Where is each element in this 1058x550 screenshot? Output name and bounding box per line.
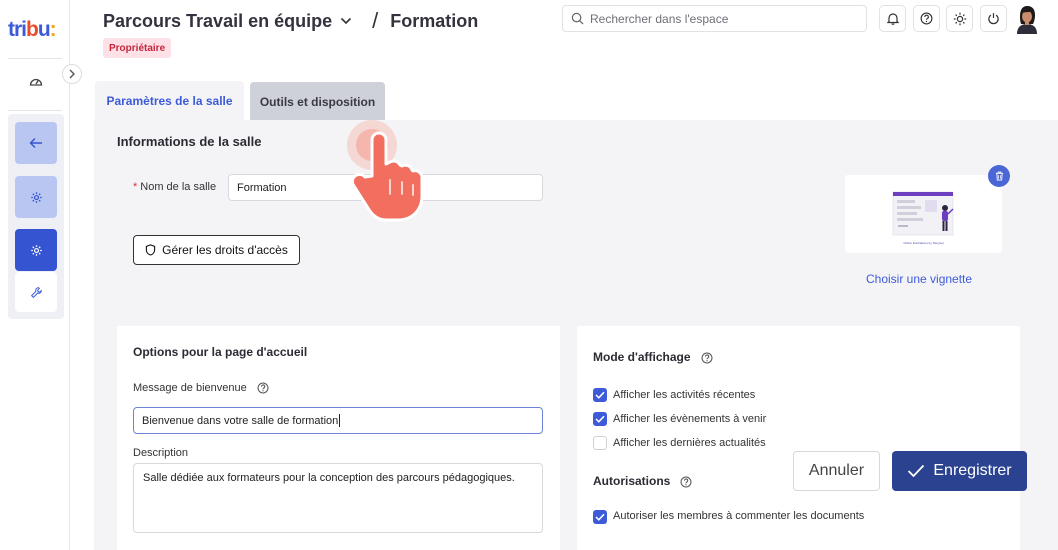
- checkbox-allow-comments[interactable]: [593, 510, 607, 524]
- room-info-title: Informations de la salle: [117, 134, 262, 149]
- sidebar: tribu:: [0, 0, 70, 550]
- option-recent-activities-label: Afficher les activités récentes: [613, 389, 756, 401]
- tab-tools-layout[interactable]: Outils et disposition: [250, 82, 385, 121]
- checkbox-upcoming-events[interactable]: [593, 412, 607, 426]
- power-icon: [988, 13, 999, 25]
- description-textarea[interactable]: Salle dédiée aux formateurs pour la conc…: [133, 463, 543, 533]
- search-placeholder: Rechercher dans l'espace: [590, 11, 729, 26]
- chevron-right-icon: [69, 69, 75, 79]
- check-icon: [595, 513, 605, 521]
- back-button[interactable]: [15, 122, 57, 164]
- parcours-selector[interactable]: Parcours Travail en équipe: [103, 11, 332, 32]
- search-input[interactable]: Rechercher dans l'espace: [562, 5, 867, 32]
- checkbox-latest-news[interactable]: [593, 436, 607, 450]
- description-label: Description: [133, 447, 189, 459]
- sidebar-item-room-settings[interactable]: [15, 229, 57, 271]
- sun-icon: [953, 12, 966, 25]
- manage-access-label: Gérer les droits d'accès: [162, 243, 288, 257]
- text-cursor: [339, 414, 341, 427]
- page-title: Parcours Travail en équipe / Formation: [103, 8, 478, 34]
- trash-icon: [995, 171, 1003, 181]
- search-icon: [571, 12, 584, 25]
- home-options-title: Options pour la page d'accueil: [133, 345, 308, 359]
- chevron-down-icon[interactable]: [340, 17, 352, 25]
- check-icon: [908, 464, 925, 478]
- theme-toggle-button[interactable]: [946, 5, 973, 32]
- room-thumbnail[interactable]: Online illustrations by Storyset: [845, 175, 1002, 253]
- room-name-label: * Nom de la salle: [133, 181, 217, 193]
- role-badge: Propriétaire: [103, 38, 172, 58]
- arrow-left-icon: [29, 138, 42, 148]
- welcome-message-label: Message de bienvenue: [133, 382, 269, 394]
- check-icon: [595, 391, 605, 399]
- manage-access-button[interactable]: Gérer les droits d'accès: [133, 235, 300, 265]
- logout-button[interactable]: [980, 5, 1007, 32]
- thumbnail-caption: Online illustrations by Storyset: [903, 241, 944, 245]
- permissions-title: Autorisations: [593, 474, 692, 488]
- bell-icon: [886, 13, 899, 25]
- sidebar-toggle-button[interactable]: [62, 64, 82, 84]
- tab-room-settings[interactable]: Paramètres de la salle: [95, 81, 244, 121]
- wrench-icon: [30, 286, 42, 298]
- display-mode-title: Mode d'affichage: [593, 350, 713, 364]
- breadcrumb-separator: /: [372, 8, 379, 33]
- choose-thumbnail-link[interactable]: Choisir une vignette: [866, 272, 972, 286]
- gear-icon: [30, 244, 42, 256]
- delete-thumbnail-button[interactable]: [988, 165, 1010, 187]
- sidebar-divider: [8, 110, 62, 111]
- gear-icon: [30, 191, 42, 203]
- user-avatar[interactable]: [1013, 4, 1041, 34]
- sidebar-divider: [8, 58, 62, 59]
- help-icon[interactable]: [680, 476, 692, 488]
- dashboard-icon[interactable]: [26, 72, 46, 90]
- help-icon: [920, 12, 933, 25]
- pointer-hand-icon: [347, 120, 424, 222]
- option-upcoming-events-label: Afficher les évènements à venir: [613, 413, 767, 425]
- option-latest-news-label: Afficher les dernières actualités: [613, 437, 766, 449]
- save-label: Enregistrer: [933, 462, 1012, 479]
- sidebar-item-tools[interactable]: [15, 272, 57, 312]
- sidebar-item-general-settings[interactable]: [15, 176, 57, 218]
- option-allow-comments-label: Autoriser les membres à commenter les do…: [613, 510, 865, 522]
- check-icon: [595, 415, 605, 423]
- notifications-button[interactable]: [879, 5, 906, 32]
- section-title: Formation: [390, 10, 479, 31]
- welcome-message-input[interactable]: Bienvenue dans votre salle de formation: [133, 407, 543, 434]
- app-logo[interactable]: tribu:: [8, 18, 57, 42]
- help-icon[interactable]: [257, 382, 269, 394]
- shield-icon: [145, 244, 156, 256]
- checkbox-recent-activities[interactable]: [593, 388, 607, 402]
- required-mark: *: [133, 181, 138, 193]
- help-button[interactable]: [913, 5, 940, 32]
- help-icon[interactable]: [701, 352, 713, 364]
- cancel-button[interactable]: Annuler: [793, 451, 880, 491]
- save-button[interactable]: Enregistrer: [892, 451, 1027, 491]
